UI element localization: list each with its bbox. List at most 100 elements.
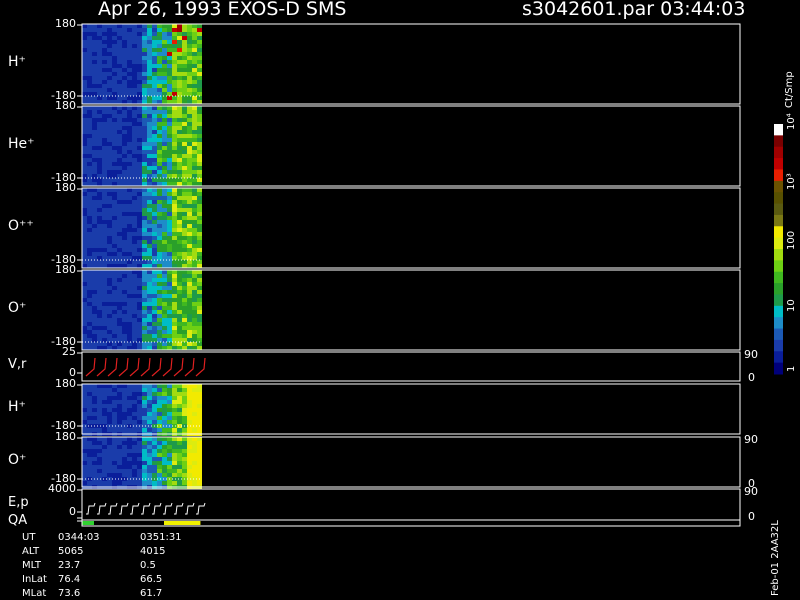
heat-cell [182,84,187,88]
heat-cell [162,138,167,142]
heat-cell [162,32,167,36]
heat-cell [197,40,202,44]
heat-cell [152,260,157,264]
heat-cell [92,228,97,232]
heat-cell [107,240,112,244]
heat-cell [152,334,157,338]
heat-cell [192,396,197,400]
heat-cell [127,302,132,306]
heat-cell [127,126,132,130]
heat-cell [127,286,132,290]
heat-cell [137,118,142,122]
heat-cell [142,461,147,465]
heat-cell [137,388,142,392]
heat-cell [152,248,157,252]
heat-cell [107,322,112,326]
heat-cell [122,342,127,346]
heat-cell [97,126,102,130]
heat-cell [132,28,137,32]
heat-cell [152,469,157,473]
heat-cell [187,294,192,298]
heat-cell [172,216,177,220]
heat-cell [177,326,182,330]
heat-cell [197,264,202,268]
heat-cell [82,449,87,453]
heat-cell [102,322,107,326]
heat-cell [122,170,127,174]
heat-cell [192,162,197,166]
heat-cell [142,208,147,212]
panel-o-plus-2 [77,436,741,489]
heat-cell [142,298,147,302]
heat-cell [117,437,122,441]
heat-cell [132,208,137,212]
heat-cell [127,408,132,412]
heat-cell [87,240,92,244]
heat-cell [197,84,202,88]
heat-cell [182,88,187,92]
heat-cell [152,428,157,432]
heat-cell [172,469,177,473]
heat-cell [167,457,172,461]
heat-cell [87,457,92,461]
panel-o-pp [77,187,741,269]
heat-cell [82,32,87,36]
heat-cell [102,72,107,76]
heat-cell [127,342,132,346]
heat-cell [157,290,162,294]
heat-cell [182,412,187,416]
heat-cell [112,244,117,248]
heat-cell [102,68,107,72]
heat-cell [162,88,167,92]
heat-cell [147,274,152,278]
heat-cell [192,306,197,310]
heat-cell [117,134,122,138]
heat-cell [82,28,87,32]
heat-cell [162,318,167,322]
heat-cell [192,212,197,216]
heat-cell [107,72,112,76]
heat-cell [92,428,97,432]
heat-cell [82,252,87,256]
heat-cell [147,80,152,84]
heat-cell [167,68,172,72]
heat-cell [82,52,87,56]
heat-cell [87,282,92,286]
heat-cell [112,174,117,178]
heat-cell [182,314,187,318]
colorbar-swatch [774,226,783,239]
heat-cell [162,334,167,338]
heat-cell [147,204,152,208]
heat-cell [107,122,112,126]
heat-cell [117,469,122,473]
heat-cell [187,138,192,142]
heat-cell [87,392,92,396]
heat-cell [137,80,142,84]
heat-cell [132,72,137,76]
heat-cell [167,342,172,346]
heat-cell [107,68,112,72]
heat-cell [127,256,132,260]
heat-cell [152,342,157,346]
heat-cell [132,228,137,232]
heat-cell [82,428,87,432]
heat-cell [137,146,142,150]
heat-cell [152,44,157,48]
heat-cell [177,28,182,32]
heat-cell [157,445,162,449]
heat-cell [152,244,157,248]
heat-cell [82,150,87,154]
heat-cell [162,228,167,232]
heat-cell [157,88,162,92]
heat-cell [187,278,192,282]
heat-cell [92,416,97,420]
heat-cell [112,388,117,392]
heat-cell [172,392,177,396]
heat-cell [102,178,107,182]
heat-cell [142,310,147,314]
heat-cell [112,150,117,154]
heat-cell [107,445,112,449]
heat-cell [192,130,197,134]
heat-cell [107,334,112,338]
heat-cell [157,150,162,154]
